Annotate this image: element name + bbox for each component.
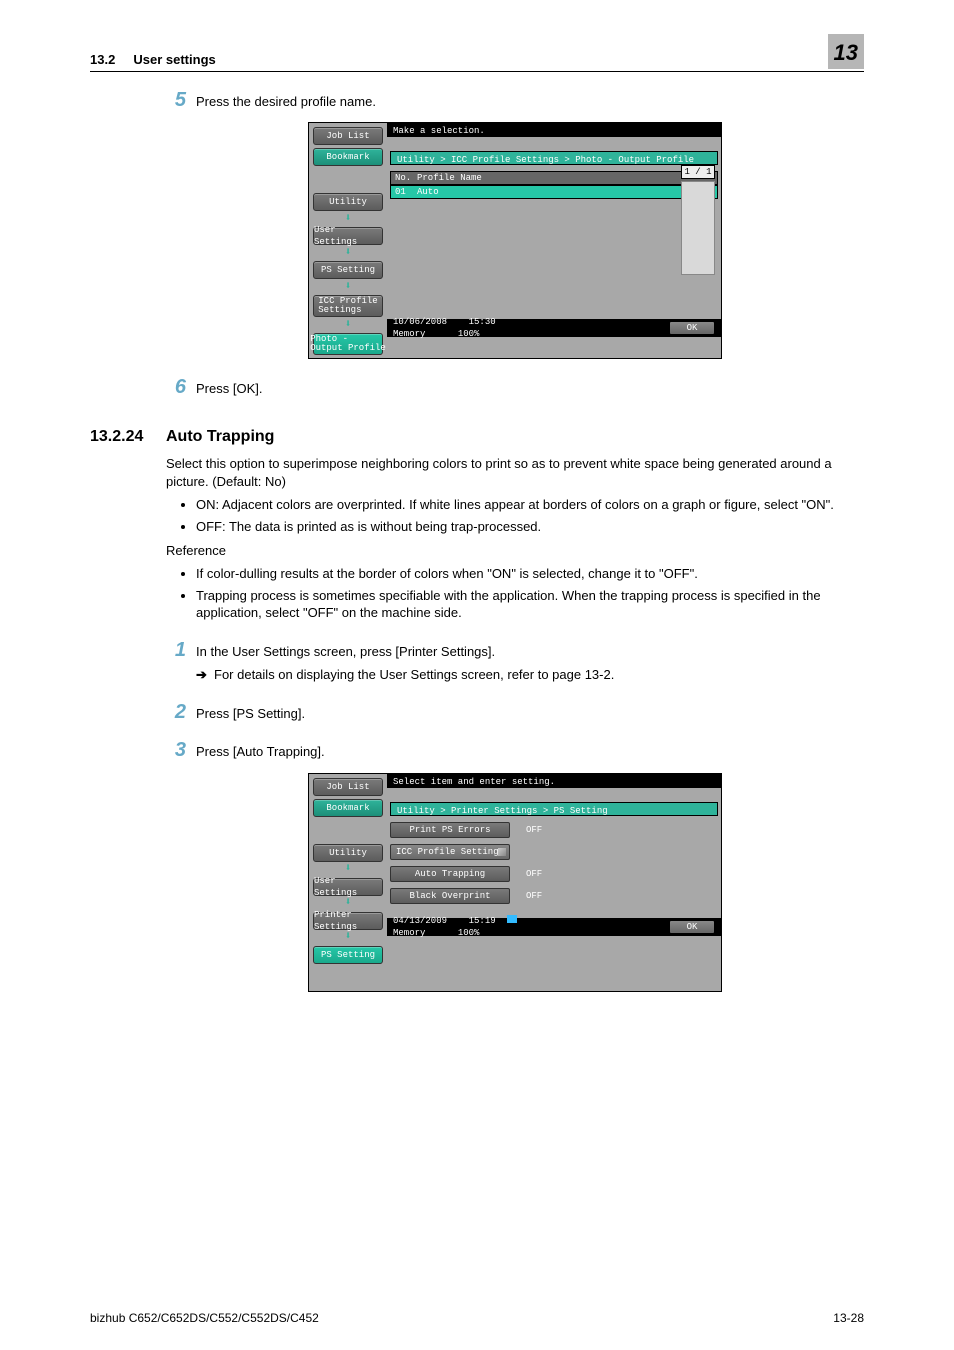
crumb-icc-profile[interactable]: ICC Profile Settings [313,295,383,317]
subsection-heading: 13.2.24 Auto Trapping [90,426,864,448]
crumb-ps-setting[interactable]: PS Setting [313,946,383,964]
option-value: OFF [526,868,586,880]
step-5: 5 Press the desired profile name. [166,90,864,111]
step-sub: ➔ For details on displaying the User Set… [196,666,864,684]
status-mem-value: 100% [458,329,480,339]
step-text: Press [Auto Trapping]. [196,740,864,761]
step-text: Press the desired profile name. [196,90,864,111]
cell-no: 01 [391,186,417,198]
section-title: User settings [133,52,215,67]
step-number: 1 [166,640,196,660]
step-text: In the User Settings screen, press [Prin… [196,640,864,661]
screenshot-ps-setting: Job List Bookmark Utility ⬇ User Setting… [308,773,722,992]
status-mem-value: 100% [458,928,480,938]
crumb-utility[interactable]: Utility [313,193,383,211]
bookmark-button[interactable]: Bookmark [313,799,383,817]
step-2: 2 Press [PS Setting]. [166,702,864,723]
auto-trapping-button[interactable]: Auto Trapping [390,866,510,882]
status-date: 10/06/2008 [393,317,447,327]
icc-profile-settings-button[interactable]: ICC Profile Settings [390,844,510,860]
cell-name: Auto [417,186,439,198]
black-overprint-button[interactable]: Black Overprint [390,888,510,904]
list-item: OFF: The data is printed as is without b… [196,518,864,536]
footer-model: bizhub C652/C652DS/C552/C552DS/C452 [90,1310,319,1326]
step-number: 6 [166,377,196,397]
crumb-user-settings[interactable]: User Settings [313,878,383,896]
intro-paragraph: Select this option to superimpose neighb… [166,455,864,490]
status-bar: 10/06/2008 15:30 Memory 100% OK [387,319,721,337]
subsection-title: Auto Trapping [166,426,274,448]
subsection-number: 13.2.24 [90,426,166,448]
list-item: ON: Adjacent colors are overprinted. If … [196,496,864,514]
status-time: 15:19 [469,916,496,926]
reference-label: Reference [166,542,864,560]
status-date: 04/13/2009 [393,916,447,926]
ok-button[interactable]: OK [669,920,715,934]
page-footer: bizhub C652/C652DS/C552/C552DS/C452 13-2… [90,1310,864,1326]
option-list: ON: Adjacent colors are overprinted. If … [166,496,864,535]
job-list-button[interactable]: Job List [313,778,383,796]
status-mem-label: Memory [393,329,425,339]
col-no: No. [391,172,417,184]
chapter-badge: 13 [828,34,864,69]
status-bar: 04/13/2009 15:19 Memory 100% OK [387,918,721,936]
option-row: Black Overprint OFF [390,888,718,904]
chevron-down-icon: ⬇ [345,865,352,875]
option-row: ICC Profile Settings [390,844,718,860]
breadcrumb-path: Utility > Printer Settings > PS Setting [390,802,718,816]
profile-row[interactable]: 01 Auto [390,185,718,199]
step-3: 3 Press [Auto Trapping]. [166,740,864,761]
step-sub-text: For details on displaying the User Setti… [214,666,614,684]
status-mem-label: Memory [393,928,425,938]
screenshot-profile-list: Job List Bookmark Utility ⬇ User Setting… [308,122,722,359]
arrow-icon: ➔ [196,666,214,684]
step-text: Press [PS Setting]. [196,702,864,723]
pager: 1 / 1 [681,165,715,179]
chevron-down-icon: ⬇ [345,899,352,909]
chevron-down-icon: ⬇ [345,320,352,330]
crumb-user-settings[interactable]: User Settings [313,227,383,245]
col-profile-name: Profile Name [417,172,482,184]
step-number: 3 [166,740,196,760]
instruction-bar: Select item and enter setting. [387,774,721,788]
sidebar: Job List Bookmark Utility ⬇ User Setting… [309,774,387,991]
crumb-printer-settings[interactable]: Printer Settings [313,912,383,930]
page-header: 13.2 User settings 13 [90,34,864,72]
crumb-output-profile[interactable]: Photo - Output Profile [313,333,383,355]
chevron-down-icon: ⬇ [345,248,352,258]
option-value: OFF [526,890,586,902]
table-header: No. Profile Name [390,171,718,185]
scroll-track[interactable] [681,181,715,275]
option-row: Print PS Errors OFF [390,822,718,838]
status-icon [507,915,517,923]
list-item: If color-dulling results at the border o… [196,565,864,583]
option-value: OFF [526,824,586,836]
status-time: 15:30 [469,317,496,327]
bookmark-button[interactable]: Bookmark [313,148,383,166]
step-number: 5 [166,90,196,110]
step-number: 2 [166,702,196,722]
instruction-bar: Make a selection. [387,123,721,137]
crumb-ps-setting[interactable]: PS Setting [313,261,383,279]
chevron-down-icon: ⬇ [345,282,352,292]
crumb-utility[interactable]: Utility [313,844,383,862]
step-6: 6 Press [OK]. [166,377,864,398]
footer-page: 13-28 [833,1310,864,1326]
job-list-button[interactable]: Job List [313,127,383,145]
chevron-down-icon: ⬇ [345,933,352,943]
list-item: Trapping process is sometimes specifiabl… [196,587,864,622]
step-text: Press [OK]. [196,377,864,398]
sidebar: Job List Bookmark Utility ⬇ User Setting… [309,123,387,358]
option-row: Auto Trapping OFF [390,866,718,882]
breadcrumb-path: Utility > ICC Profile Settings > Photo -… [390,151,718,165]
chevron-down-icon: ⬇ [345,214,352,224]
step-1: 1 In the User Settings screen, press [Pr… [166,640,864,661]
print-ps-errors-button[interactable]: Print PS Errors [390,822,510,838]
reference-list: If color-dulling results at the border o… [166,565,864,622]
ok-button[interactable]: OK [669,321,715,335]
section-number: 13.2 [90,52,115,67]
